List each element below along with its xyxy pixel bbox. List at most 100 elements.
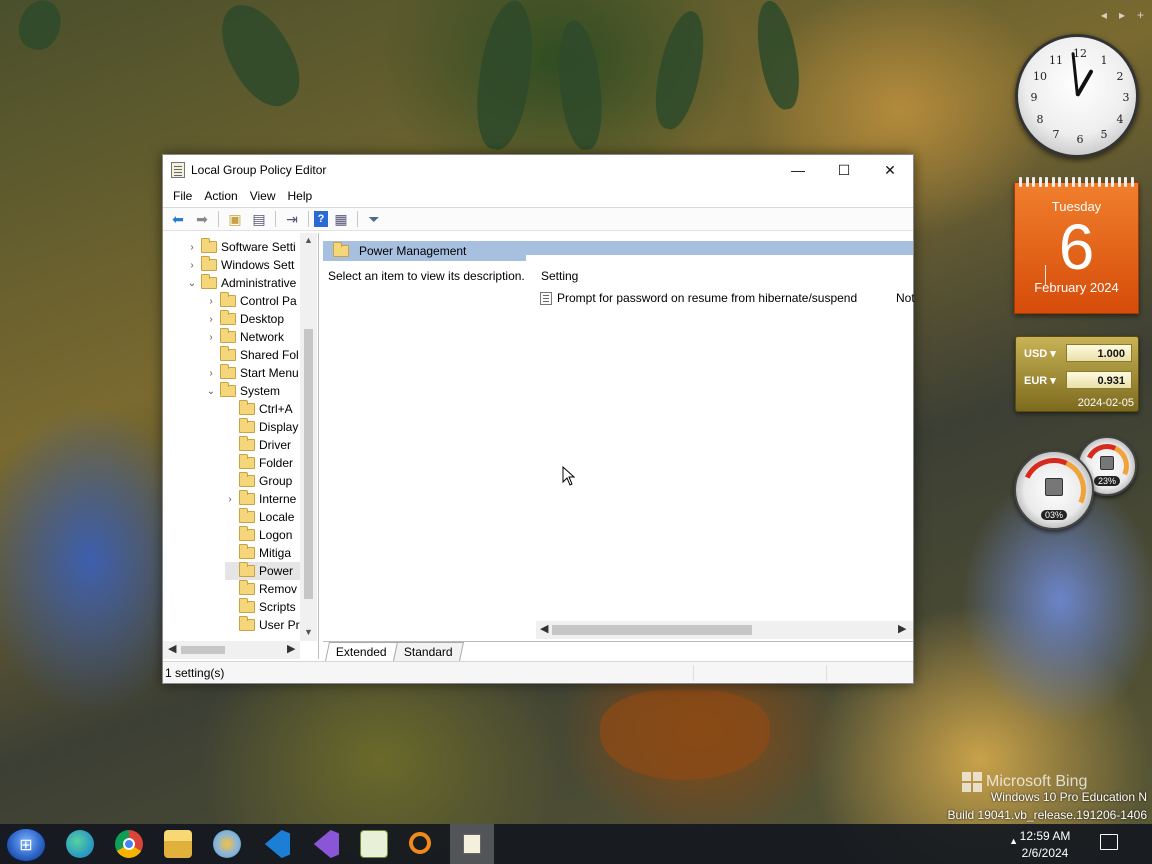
expand-chevron-icon[interactable]: › (206, 368, 216, 379)
start-button[interactable] (6, 828, 46, 862)
notepadpp-icon[interactable] (360, 830, 388, 858)
close-button[interactable]: ✕ (867, 155, 913, 185)
tree-item[interactable]: Shared Fol (206, 346, 299, 364)
currency-value[interactable]: 1.000 (1066, 344, 1132, 362)
scroll-thumb[interactable] (552, 625, 752, 635)
tab-extended[interactable]: Extended (324, 642, 398, 661)
vscode-icon[interactable] (264, 830, 290, 858)
calendar-gadget[interactable]: Tuesday 6 February 2024 (1014, 177, 1139, 314)
help-icon[interactable]: ? (314, 211, 328, 227)
prev-arrow-icon[interactable]: ◂ (1101, 8, 1107, 22)
tree-item[interactable]: Driver (225, 436, 291, 454)
tree-item[interactable]: Locale (225, 508, 294, 526)
expand-chevron-icon[interactable]: › (206, 314, 216, 325)
tree-item[interactable]: User Pr (225, 616, 300, 634)
menu-view[interactable]: View (244, 189, 282, 203)
tree-item[interactable]: › Windows Sett (187, 256, 294, 274)
settings-list: Setting Prompt for password on resume fr… (526, 255, 1046, 635)
table-row[interactable]: Prompt for password on resume from hiber… (540, 291, 915, 305)
tree-item[interactable]: › Start Menu (206, 364, 299, 382)
next-arrow-icon[interactable]: ▸ (1119, 8, 1125, 22)
forward-icon[interactable]: ➡ (191, 209, 213, 229)
tree-item[interactable]: ⌄ Administrative (187, 274, 296, 292)
collapse-chevron-icon[interactable]: ⌄ (187, 278, 197, 289)
tree-item[interactable]: › Network (206, 328, 284, 346)
cpu-meter-gadget[interactable]: 03% (1012, 448, 1096, 532)
expand-chevron-icon[interactable]: › (187, 260, 197, 271)
tab-standard[interactable]: Standard (392, 642, 464, 661)
tree-item[interactable]: › Software Setti (187, 238, 296, 256)
properties-icon[interactable]: ▦ (330, 209, 352, 229)
collapse-chevron-icon[interactable]: ⌄ (206, 386, 216, 397)
scroll-right-icon[interactable]: ▶ (898, 622, 906, 635)
expand-chevron-icon[interactable]: › (206, 332, 216, 343)
tree-item-label: Start Menu (240, 366, 299, 380)
tree-horizontal-scrollbar[interactable]: ◀ ▶ (163, 641, 300, 659)
menu-file[interactable]: File (167, 189, 198, 203)
currency-code-select[interactable]: USD ▾ (1024, 347, 1066, 360)
tree-item-label: Display (259, 420, 299, 434)
search-tool-icon[interactable] (409, 832, 431, 854)
paint-icon[interactable] (213, 830, 241, 858)
chrome-icon[interactable] (115, 830, 143, 858)
back-icon[interactable]: ⬅ (167, 209, 189, 229)
notification-icon[interactable] (1100, 834, 1118, 850)
tree-item[interactable]: Display (225, 418, 298, 436)
filter-icon[interactable]: ⏷ (363, 209, 385, 229)
tree-vertical-scrollbar[interactable]: ▲ ▼ (300, 233, 317, 641)
bing-watermark: Microsoft Bing (962, 772, 1087, 792)
tree-item[interactable]: Remov (225, 580, 297, 598)
currency-row: EUR ▾ 0.931 (1024, 371, 1132, 389)
tree-item[interactable]: › Control Pa (206, 292, 297, 310)
show-hide-tree-icon[interactable]: ▤ (248, 209, 270, 229)
os-edition: Windows 10 Pro Education N (990, 790, 1147, 804)
tree-item[interactable]: ⌄ System (206, 382, 280, 400)
scroll-left-icon[interactable]: ◀ (540, 622, 548, 635)
tree-item[interactable]: Group (225, 472, 292, 490)
details-horizontal-scrollbar[interactable]: ◀ ▶ (536, 621, 913, 639)
menu-action[interactable]: Action (198, 189, 243, 203)
tree-item[interactable]: Mitiga (225, 544, 291, 562)
scroll-thumb[interactable] (181, 646, 225, 654)
scroll-down-icon[interactable]: ▼ (300, 627, 317, 637)
expand-chevron-icon[interactable]: › (206, 296, 216, 307)
tray-time: 12:59 AM (1019, 829, 1071, 843)
policy-editor-taskbar-button[interactable] (450, 824, 494, 864)
scroll-left-icon[interactable]: ◀ (168, 642, 176, 655)
scroll-right-icon[interactable]: ▶ (287, 642, 295, 655)
tree-item-selected[interactable]: Power (225, 562, 300, 580)
clock-area[interactable]: 12:59 AM 2/6/2024 (1010, 828, 1080, 862)
tree-item[interactable]: › Interne (225, 490, 296, 508)
file-explorer-icon[interactable] (164, 830, 192, 858)
visual-studio-icon[interactable] (313, 830, 339, 858)
currency-value[interactable]: 0.931 (1066, 371, 1132, 389)
scroll-thumb[interactable] (304, 329, 313, 599)
tree-item[interactable]: Scripts (225, 598, 296, 616)
column-divider[interactable] (1045, 265, 1046, 285)
title-bar[interactable]: Local Group Policy Editor — ☐ ✕ (163, 155, 913, 185)
minimize-button[interactable]: — (775, 155, 821, 185)
scroll-up-icon[interactable]: ▲ (300, 235, 317, 245)
currency-code-select[interactable]: EUR ▾ (1024, 374, 1066, 387)
currency-gadget[interactable]: USD ▾ 1.000 EUR ▾ 0.931 2024-02-05 (1015, 336, 1139, 412)
tree-item-label: Mitiga (259, 546, 292, 560)
menu-help[interactable]: Help (282, 189, 319, 203)
up-folder-icon[interactable]: ▣ (224, 209, 246, 229)
tree-item[interactable]: Logon (225, 526, 292, 544)
details-pane: Power Management Select an item to view … (323, 233, 1046, 659)
tree-item-label: Logon (259, 528, 293, 542)
maximize-button[interactable]: ☐ (821, 155, 867, 185)
tree-item-label: Scripts (259, 600, 296, 614)
export-list-icon[interactable]: ⇥ (281, 209, 303, 229)
clock-gadget[interactable]: 12 1 2 3 4 5 6 7 8 9 10 11 (1015, 34, 1139, 158)
column-header-setting[interactable]: Setting (541, 269, 578, 283)
add-gadget-icon[interactable]: + (1137, 8, 1144, 22)
tree-item[interactable]: › Desktop (206, 310, 284, 328)
edge-icon[interactable] (66, 830, 94, 858)
memory-icon (1100, 456, 1114, 470)
expand-chevron-icon[interactable]: › (225, 494, 235, 505)
folder-icon (220, 364, 236, 379)
expand-chevron-icon[interactable]: › (187, 242, 197, 253)
tree-item[interactable]: Folder (225, 454, 293, 472)
tree-item[interactable]: Ctrl+A (225, 400, 293, 418)
